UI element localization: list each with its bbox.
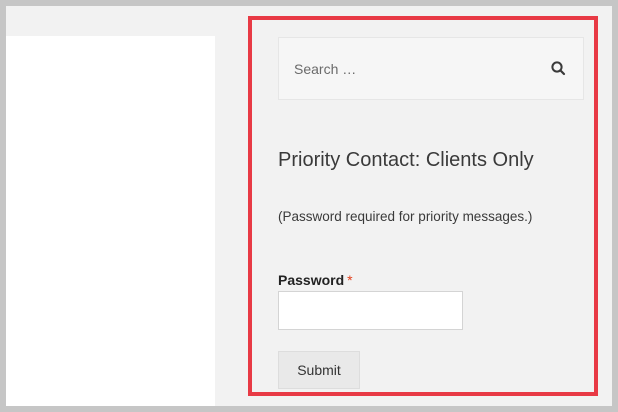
sidebar-highlighted: Priority Contact: Clients Only (Password…: [248, 16, 598, 396]
search-form: [278, 37, 584, 100]
main-content-area: [6, 36, 215, 406]
required-asterisk: *: [347, 272, 353, 288]
search-icon: [549, 59, 569, 79]
password-field[interactable]: [278, 291, 463, 330]
widget-title: Priority Contact: Clients Only: [278, 149, 534, 171]
search-button[interactable]: [549, 59, 569, 79]
submit-button[interactable]: Submit: [278, 351, 360, 389]
password-label-text: Password: [278, 272, 345, 288]
page-canvas: Priority Contact: Clients Only (Password…: [6, 6, 612, 406]
search-input[interactable]: [279, 38, 539, 99]
password-note: (Password required for priority messages…: [278, 209, 533, 224]
password-label: Password *: [278, 272, 353, 288]
